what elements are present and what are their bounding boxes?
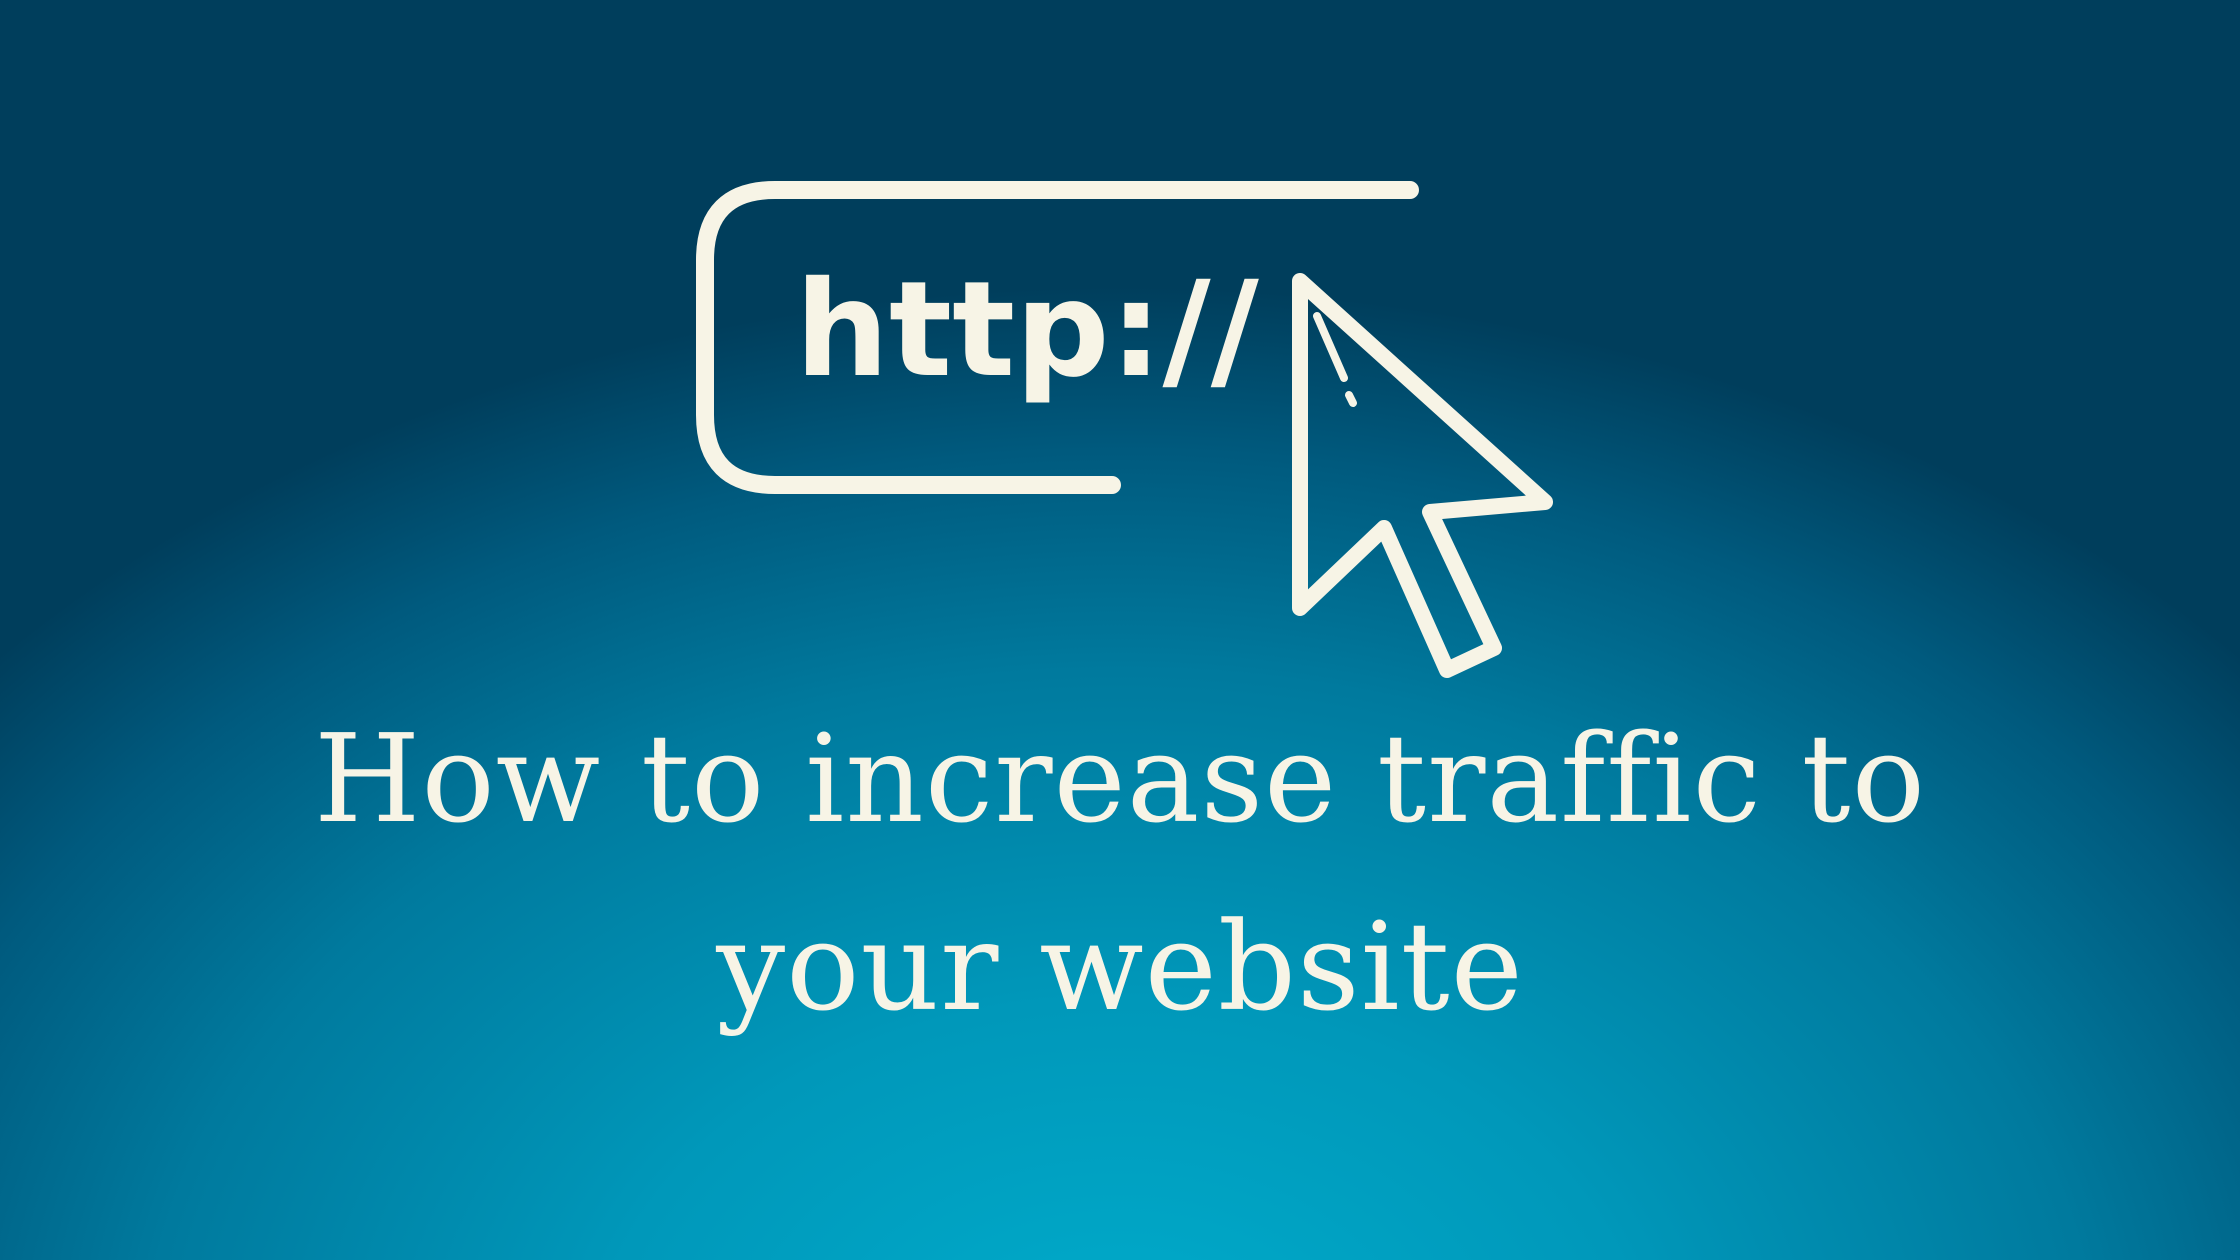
cursor-icon [1292, 273, 1553, 678]
url-text: http:// [795, 253, 1260, 407]
headline-line-1: How to increase traffic to [313, 708, 1927, 850]
illustration: http:// [696, 181, 1553, 678]
slide: { "illustration": { "url_text": "http://… [0, 0, 2240, 1260]
headline-line-2: your website [716, 896, 1524, 1038]
headline: How to increase traffic to your website [0, 685, 2240, 1061]
